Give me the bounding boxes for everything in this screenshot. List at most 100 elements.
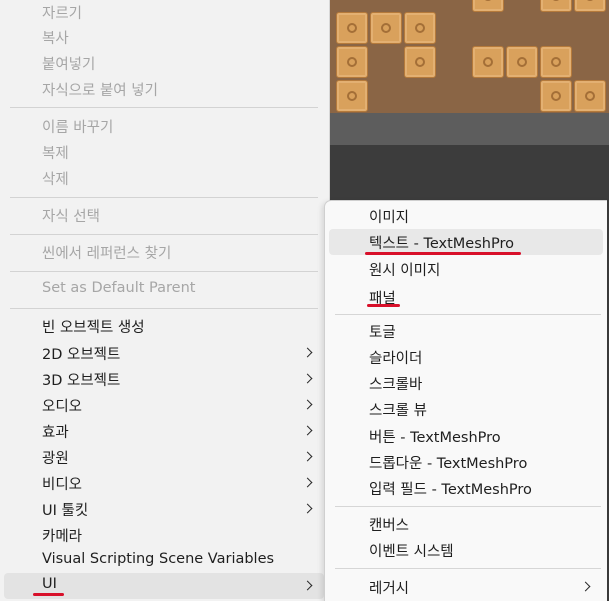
chevron-right-icon [302, 503, 313, 514]
submenu-item-input-field-textmeshpro[interactable]: 입력 필드 - TextMeshPro [329, 475, 603, 501]
tilemap-ground [330, 0, 609, 113]
crate-tile [540, 80, 572, 112]
menu-item-label: 2D 오브젝트 [42, 347, 121, 363]
menu-item-label: 자식으로 붙여 넣기 [42, 83, 158, 99]
crate-tile [370, 12, 402, 44]
menu-item-set-default-parent[interactable]: Set as Default Parent [4, 277, 324, 303]
submenu-item-toggle[interactable]: 토글 [329, 318, 603, 344]
submenu-item-scrollbar[interactable]: 스크롤바 [329, 370, 603, 396]
menu-item-rename[interactable]: 이름 바꾸기 [4, 113, 324, 139]
submenu-item-event-system[interactable]: 이벤트 시스템 [329, 537, 603, 563]
menu-item-duplicate[interactable]: 복제 [4, 139, 324, 165]
menu-item-label: 씬에서 레퍼런스 찾기 [42, 246, 172, 262]
submenu-item-label: 이미지 [369, 210, 410, 226]
crate-tile [574, 0, 606, 12]
menu-separator [10, 271, 318, 272]
scene-band [330, 113, 609, 145]
menu-item-label: 복제 [42, 146, 69, 162]
menu-item-label: 자식 선택 [42, 209, 100, 225]
menu-item-cut[interactable]: 자르기 [4, 0, 324, 25]
crate-tile [336, 80, 368, 112]
submenu-separator [335, 506, 601, 507]
menu-separator [10, 234, 318, 235]
submenu-item-dropdown-textmeshpro[interactable]: 드롭다운 - TextMeshPro [329, 449, 603, 475]
annotation-underline [367, 304, 400, 307]
submenu-item-legacy[interactable]: 레거시 [329, 574, 603, 600]
menu-item-camera[interactable]: 카메라 [4, 522, 324, 548]
menu-item-label: 이름 바꾸기 [42, 120, 114, 136]
context-menu: 자르기 복사 붙여넣기 자식으로 붙여 넣기 이름 바꾸기 복제 삭제 자식 선… [0, 0, 330, 601]
menu-item-label: 붙여넣기 [42, 57, 96, 73]
crate-tile [336, 12, 368, 44]
menu-item-label: 삭제 [42, 172, 69, 188]
crate-tile [472, 0, 504, 12]
annotation-underline [365, 252, 521, 255]
submenu-item-image[interactable]: 이미지 [329, 203, 603, 229]
submenu-item-scroll-view[interactable]: 스크롤 뷰 [329, 396, 603, 422]
menu-item-label: UI [42, 576, 57, 592]
menu-item-label: Visual Scripting Scene Variables [42, 551, 275, 567]
crate-tile [336, 46, 368, 78]
crate-tile [404, 12, 436, 44]
submenu-item-label: 캔버스 [369, 518, 410, 534]
menu-item-ui-toolkit[interactable]: UI 툴킷 [4, 496, 324, 522]
ui-submenu: 이미지 텍스트 - TextMeshPro 원시 이미지 패널 토글 슬라이더 … [324, 200, 607, 601]
submenu-item-label: 슬라이더 [369, 351, 423, 367]
submenu-item-label: 드롭다운 - TextMeshPro [369, 456, 528, 472]
chevron-right-icon [302, 373, 313, 384]
submenu-item-label: 텍스트 - TextMeshPro [369, 236, 514, 252]
menu-item-label: UI 툴킷 [42, 503, 89, 519]
crate-tile [506, 46, 538, 78]
submenu-item-slider[interactable]: 슬라이더 [329, 344, 603, 370]
chevron-right-icon [302, 580, 313, 591]
submenu-item-label: 원시 이미지 [369, 263, 441, 279]
submenu-item-label: 토글 [369, 325, 396, 341]
menu-separator [10, 197, 318, 198]
crate-tile [404, 46, 436, 78]
submenu-item-button-textmeshpro[interactable]: 버튼 - TextMeshPro [329, 423, 603, 449]
menu-item-audio[interactable]: 오디오 [4, 392, 324, 418]
menu-item-select-children[interactable]: 자식 선택 [4, 202, 324, 228]
submenu-item-label: 버튼 - TextMeshPro [369, 430, 501, 446]
menu-item-label: Set as Default Parent [42, 280, 196, 296]
menu-item-label: 복사 [42, 31, 69, 47]
chevron-right-icon [302, 451, 313, 462]
menu-item-create-empty[interactable]: 빈 오브젝트 생성 [4, 313, 324, 339]
menu-item-paste-as-child[interactable]: 자식으로 붙여 넣기 [4, 76, 324, 102]
menu-item-label: 광원 [42, 451, 69, 467]
submenu-item-label: 이벤트 시스템 [369, 544, 454, 560]
menu-item-visual-scripting-scene-variables[interactable]: Visual Scripting Scene Variables [4, 548, 324, 574]
chevron-right-icon [302, 347, 313, 358]
crate-tile [574, 80, 606, 112]
menu-item-label: 오디오 [42, 399, 83, 415]
submenu-item-label: 입력 필드 - TextMeshPro [369, 482, 532, 498]
menu-item-copy[interactable]: 복사 [4, 24, 324, 50]
submenu-item-canvas[interactable]: 캔버스 [329, 511, 603, 537]
menu-item-label: 카메라 [42, 529, 83, 545]
menu-item-3d-object[interactable]: 3D 오브젝트 [4, 366, 324, 392]
menu-separator [10, 107, 318, 108]
submenu-item-label: 스크롤바 [369, 377, 423, 393]
menu-item-label: 빈 오브젝트 생성 [42, 320, 145, 336]
menu-item-delete[interactable]: 삭제 [4, 165, 324, 191]
menu-item-video[interactable]: 비디오 [4, 470, 324, 496]
crate-tile [540, 0, 572, 12]
menu-item-label: 3D 오브젝트 [42, 373, 121, 389]
submenu-separator [335, 314, 601, 315]
menu-item-find-references[interactable]: 씬에서 레퍼런스 찾기 [4, 239, 324, 265]
chevron-right-icon [302, 399, 313, 410]
crate-tile [472, 46, 504, 78]
chevron-right-icon [302, 425, 313, 436]
menu-item-label: 효과 [42, 425, 69, 441]
annotation-underline [33, 593, 64, 596]
submenu-item-raw-image[interactable]: 원시 이미지 [329, 256, 603, 282]
menu-separator [10, 308, 318, 309]
menu-item-label: 비디오 [42, 477, 83, 493]
menu-item-paste[interactable]: 붙여넣기 [4, 50, 324, 76]
menu-item-2d-object[interactable]: 2D 오브젝트 [4, 340, 324, 366]
submenu-item-label: 스크롤 뷰 [369, 403, 427, 419]
menu-item-label: 자르기 [42, 6, 83, 22]
menu-item-effects[interactable]: 효과 [4, 418, 324, 444]
chevron-right-icon [302, 477, 313, 488]
menu-item-light[interactable]: 광원 [4, 444, 324, 470]
